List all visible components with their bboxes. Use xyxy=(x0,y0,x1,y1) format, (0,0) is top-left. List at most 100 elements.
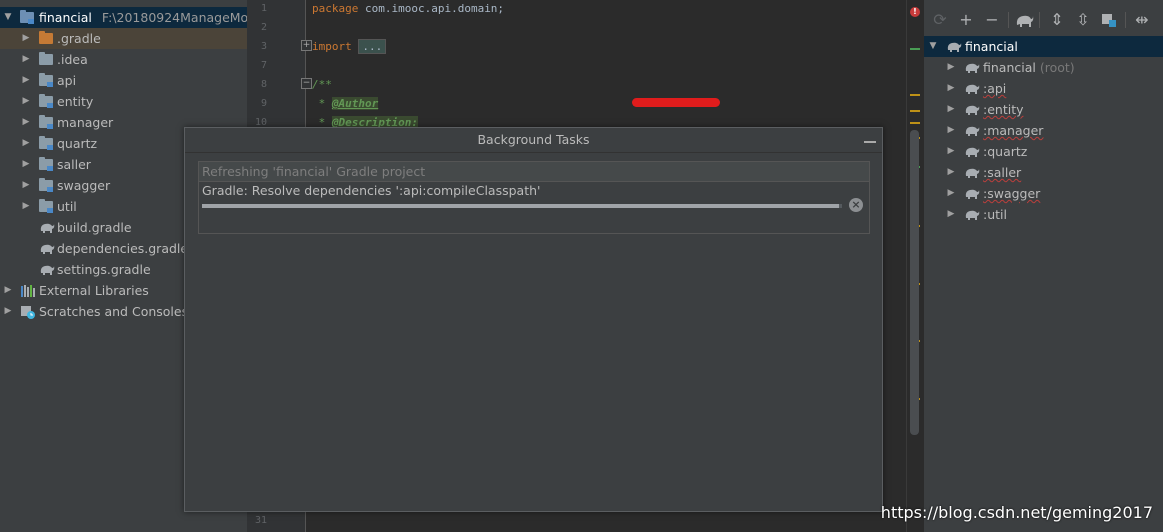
gradle-item-manager[interactable]: ▶ :manager xyxy=(924,120,1163,141)
gradle-item-quartz[interactable]: ▶ :quartz xyxy=(924,141,1163,162)
warning-marker[interactable] xyxy=(910,110,920,112)
expand-arrow-icon[interactable]: ▼ xyxy=(3,7,13,28)
folder-icon xyxy=(39,31,53,44)
gradle-item-financial-root[interactable]: ▶ financial (root) xyxy=(924,57,1163,78)
tree-item-label: swagger xyxy=(57,178,111,193)
tree-item-label: util xyxy=(57,199,77,214)
minimize-icon[interactable] xyxy=(864,132,876,146)
gradle-elephant-icon xyxy=(965,147,980,157)
collapsed-arrow-icon[interactable]: ▶ xyxy=(21,133,31,154)
collapsed-arrow-icon[interactable]: ▶ xyxy=(946,183,956,204)
gradle-elephant-icon xyxy=(965,189,980,199)
folded-imports[interactable]: ... xyxy=(358,39,387,54)
expand-all-icon[interactable]: ⇕ xyxy=(1046,9,1068,31)
tree-item-api[interactable]: ▶ api xyxy=(0,70,247,91)
task-detail: Gradle: Resolve dependencies ':api:compi… xyxy=(202,183,541,198)
tree-item-idea[interactable]: ▶ .idea xyxy=(0,49,247,70)
gradle-item-label: :saller xyxy=(983,165,1022,180)
collapsed-arrow-icon[interactable]: ▶ xyxy=(3,301,13,322)
gradle-root-financial[interactable]: ▼ financial xyxy=(924,36,1163,57)
editor-scrollbar[interactable]: ! xyxy=(906,0,923,532)
collapsed-arrow-icon[interactable]: ▶ xyxy=(21,112,31,133)
tree-item-label: quartz xyxy=(57,136,98,151)
collapsed-arrow-icon[interactable]: ▶ xyxy=(946,204,956,225)
scratches-icon xyxy=(21,306,35,319)
gradle-item-saller[interactable]: ▶ :saller xyxy=(924,162,1163,183)
collapsed-arrow-icon[interactable]: ▶ xyxy=(946,162,956,183)
tree-item-label: manager xyxy=(57,115,114,130)
toolbar-separator xyxy=(1008,12,1009,28)
warning-marker[interactable] xyxy=(910,94,920,96)
tree-item-entity[interactable]: ▶ entity xyxy=(0,91,247,112)
gradle-item-label: :swagger xyxy=(983,186,1041,201)
collapsed-arrow-icon[interactable]: ▶ xyxy=(21,175,31,196)
gradle-item-label: :api xyxy=(983,81,1007,96)
line-number: 9 xyxy=(260,98,267,109)
fold-expand-icon[interactable]: + xyxy=(301,40,312,51)
error-indicator-icon[interactable]: ! xyxy=(910,7,920,17)
collapsed-arrow-icon[interactable]: ▶ xyxy=(21,196,31,217)
collapse-all-icon[interactable]: ⇳ xyxy=(1072,9,1094,31)
tree-root-financial[interactable]: ▼ financial F:\20180924ManageMone xyxy=(0,7,247,28)
gradle-item-label: :util xyxy=(983,207,1007,222)
tree-item-label: api xyxy=(57,73,77,88)
toolbar-separator xyxy=(1125,12,1126,28)
line-number: 2 xyxy=(260,22,267,33)
collapsed-arrow-icon[interactable]: ▶ xyxy=(3,280,13,301)
module-folder-icon xyxy=(39,199,53,213)
cancel-task-icon[interactable]: × xyxy=(849,198,863,212)
gradle-elephant-icon xyxy=(947,42,962,52)
gradle-item-suffix: (root) xyxy=(1039,60,1075,75)
add-icon[interactable]: + xyxy=(955,9,977,31)
gradle-elephant-icon xyxy=(40,244,55,254)
gradle-item-label: financial xyxy=(983,60,1036,75)
change-marker[interactable] xyxy=(910,48,920,50)
tree-root-label: financial xyxy=(39,10,92,25)
refresh-icon[interactable]: ⟳ xyxy=(929,9,951,31)
group-modules-icon[interactable] xyxy=(1098,9,1120,31)
scrollbar-thumb[interactable] xyxy=(910,130,919,435)
collapsed-arrow-icon[interactable]: ▶ xyxy=(946,141,956,162)
collapsed-arrow-icon[interactable]: ▶ xyxy=(946,120,956,141)
dialog-title[interactable]: Background Tasks xyxy=(185,128,882,153)
task-header: Refreshing 'financial' Gradle project xyxy=(199,162,869,182)
watermark: https://blog.csdn.net/geming2017 xyxy=(880,503,1153,522)
module-folder-icon xyxy=(39,73,53,87)
gradle-item-entity[interactable]: ▶ :entity xyxy=(924,99,1163,120)
toolbar-separator xyxy=(1039,12,1040,28)
gradle-toolbar: ⟳ + − ⇕ ⇳ ⇹ xyxy=(924,9,1163,33)
fold-collapse-icon[interactable]: − xyxy=(301,78,312,89)
collapsed-arrow-icon[interactable]: ▶ xyxy=(946,99,956,120)
gradle-elephant-icon xyxy=(965,210,980,220)
collapsed-arrow-icon[interactable]: ▶ xyxy=(21,70,31,91)
tree-item-label: dependencies.gradle xyxy=(57,241,189,256)
gradle-item-swagger[interactable]: ▶ :swagger xyxy=(924,183,1163,204)
expand-arrow-icon[interactable]: ▼ xyxy=(928,36,938,57)
warning-marker[interactable] xyxy=(910,122,920,124)
gradle-elephant-icon xyxy=(965,63,980,73)
line-number: 1 xyxy=(260,3,267,14)
remove-icon[interactable]: − xyxy=(981,9,1003,31)
collapsed-arrow-icon[interactable]: ▶ xyxy=(21,28,31,49)
collapsed-arrow-icon[interactable]: ▶ xyxy=(21,91,31,112)
line-number: 7 xyxy=(260,60,267,71)
module-folder-icon xyxy=(39,94,53,108)
collapsed-arrow-icon[interactable]: ▶ xyxy=(21,154,31,175)
tree-item-label: build.gradle xyxy=(57,220,132,235)
background-tasks-dialog: Background Tasks Refreshing 'financial' … xyxy=(184,127,883,512)
redaction-mark xyxy=(632,98,720,107)
gradle-item-api[interactable]: ▶ :api xyxy=(924,78,1163,99)
collapsed-arrow-icon[interactable]: ▶ xyxy=(21,49,31,70)
folder-icon xyxy=(39,52,53,65)
gradle-elephant-icon xyxy=(965,105,980,115)
collapsed-arrow-icon[interactable]: ▶ xyxy=(946,78,956,99)
gradle-elephant-icon[interactable] xyxy=(1013,9,1035,31)
toggle-offline-icon[interactable]: ⇹ xyxy=(1131,9,1153,31)
tree-item-label: External Libraries xyxy=(39,283,149,298)
tree-item-label: Scratches and Consoles xyxy=(39,304,189,319)
code-line-package: package com.imooc.api.domain; xyxy=(312,2,505,15)
collapsed-arrow-icon[interactable]: ▶ xyxy=(946,57,956,78)
gradle-root-label: financial xyxy=(965,39,1018,54)
tree-item-gradle[interactable]: ▶ .gradle xyxy=(0,28,247,49)
gradle-item-util[interactable]: ▶ :util xyxy=(924,204,1163,225)
